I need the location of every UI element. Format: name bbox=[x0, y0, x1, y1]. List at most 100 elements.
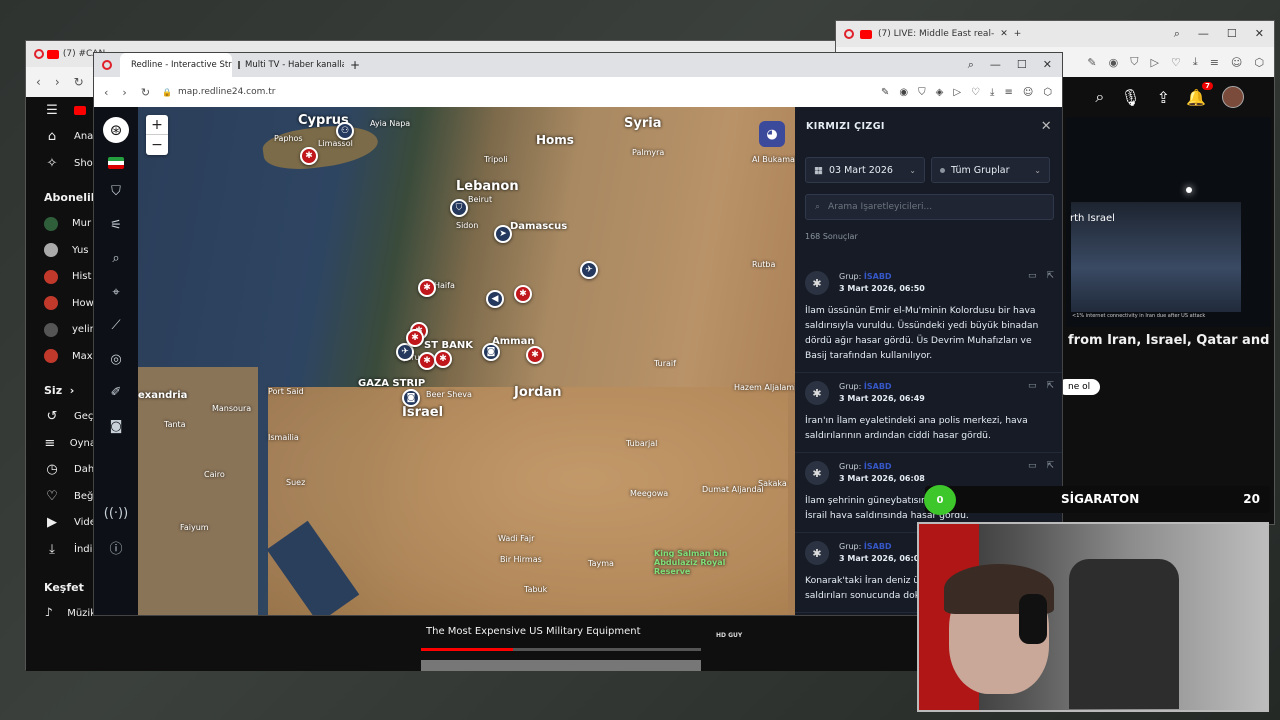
heart-icon[interactable]: ♡ bbox=[971, 87, 980, 98]
live-video-title[interactable]: from Iran, Israel, Qatar and bbox=[1068, 333, 1273, 348]
strike-marker[interactable]: ✱ bbox=[514, 285, 532, 303]
target-icon[interactable]: ◎ bbox=[94, 343, 138, 377]
lock-icon[interactable]: 🔒 bbox=[162, 88, 172, 97]
zoom-in-button[interactable]: + bbox=[146, 115, 168, 135]
close-icon[interactable]: ✕ bbox=[1041, 119, 1052, 134]
new-tab-icon[interactable]: + bbox=[1014, 29, 1022, 39]
forward-icon[interactable]: › bbox=[122, 86, 126, 99]
yt-nav-home[interactable]: ⌂ Ana bbox=[26, 124, 96, 151]
broadcast-icon[interactable]: ((·)) bbox=[94, 497, 138, 531]
back-icon[interactable]: ‹ bbox=[36, 75, 41, 89]
opera-icon[interactable] bbox=[102, 60, 112, 70]
live-tab-title[interactable]: (7) LIVE: Middle East real- bbox=[878, 29, 994, 39]
minimize-icon[interactable]: — bbox=[990, 58, 1001, 72]
hamburger-icon[interactable]: ☰ bbox=[44, 103, 60, 118]
opera-icon[interactable] bbox=[844, 29, 854, 39]
profile-icon[interactable]: ☺ bbox=[1231, 56, 1242, 69]
close-icon[interactable]: ✕ bbox=[1255, 27, 1264, 41]
menu-icon[interactable]: ≡ bbox=[1004, 87, 1012, 98]
yt-you-item[interactable]: ⤓ İndi bbox=[26, 536, 96, 563]
search-icon[interactable]: ⌕ bbox=[1095, 87, 1104, 107]
heart-icon[interactable]: ♡ bbox=[1171, 56, 1181, 69]
subscribe-button[interactable]: ne ol bbox=[1058, 379, 1101, 395]
extension-icon[interactable]: ⬡ bbox=[1043, 87, 1052, 98]
strike-marker[interactable]: ✱ bbox=[406, 329, 424, 347]
camera-icon[interactable]: ◉ bbox=[1109, 56, 1119, 69]
play-icon[interactable]: ▷ bbox=[953, 87, 961, 98]
yt-sub-item[interactable]: Max bbox=[26, 343, 96, 370]
ruler-icon[interactable]: ⟋ bbox=[94, 309, 138, 343]
yt-sub-item[interactable]: Yus bbox=[26, 237, 96, 264]
mic-icon[interactable]: 🎙 bbox=[1120, 88, 1140, 107]
people-marker[interactable]: ⚇ bbox=[336, 122, 354, 140]
shield-icon[interactable]: ⛉ bbox=[918, 87, 926, 98]
camera-icon[interactable]: ◉ bbox=[899, 87, 908, 98]
location-pin-icon[interactable]: ⌖ bbox=[94, 276, 138, 310]
menu-icon[interactable]: ≡ bbox=[1210, 56, 1219, 69]
shield-marker[interactable]: ⛉ bbox=[450, 199, 468, 217]
yt-next-thumbnail[interactable] bbox=[421, 660, 701, 671]
search-icon[interactable]: ⌕ bbox=[1174, 27, 1180, 41]
date-select[interactable]: ▦ 03 Mart 2026 ⌄ bbox=[805, 157, 925, 183]
camera-marker[interactable]: ◙ bbox=[402, 389, 420, 407]
zoom-out-button[interactable]: − bbox=[146, 135, 168, 155]
yt-video-title[interactable]: The Most Expensive US Military Equipment bbox=[426, 626, 641, 637]
megaphone-marker[interactable]: ◀ bbox=[486, 290, 504, 308]
close-icon[interactable]: ✕ bbox=[1000, 29, 1008, 39]
video-icon[interactable]: ▭ bbox=[1028, 461, 1037, 471]
strike-marker[interactable]: ✱ bbox=[434, 350, 452, 368]
strike-marker[interactable]: ✱ bbox=[418, 279, 436, 297]
maximize-icon[interactable]: ☐ bbox=[1017, 58, 1027, 72]
external-link-icon[interactable]: ⇱ bbox=[1046, 461, 1054, 471]
yt-you-item[interactable]: ♡ Beğ bbox=[26, 483, 96, 510]
download-icon[interactable]: ⤓ bbox=[990, 87, 994, 98]
marker-search-input[interactable] bbox=[828, 202, 1029, 212]
profile-icon[interactable]: ☺ bbox=[1023, 87, 1033, 98]
live-video-player[interactable]: rth Israel <1% internet connectivity in … bbox=[1066, 117, 1271, 327]
yt-sub-item[interactable]: yelin bbox=[26, 317, 96, 344]
shield-icon[interactable]: ⛉ bbox=[1130, 55, 1138, 69]
maximize-icon[interactable]: ☐ bbox=[1227, 27, 1237, 41]
vpn-icon[interactable]: ◈ bbox=[936, 87, 944, 98]
event-item[interactable]: ✱ Grup: İSABD 3 Mart 2026, 06:50 ▭ ⇱ İla… bbox=[795, 263, 1062, 373]
camera-icon[interactable]: ◙ bbox=[94, 410, 138, 444]
yt-sub-item[interactable]: Hist bbox=[26, 264, 96, 291]
notifications-icon[interactable]: 🔔 7 bbox=[1186, 81, 1213, 107]
external-link-icon[interactable]: ⇱ bbox=[1046, 271, 1054, 281]
discord-icon[interactable]: ◕ bbox=[759, 121, 785, 147]
yt-you-item[interactable]: ▶ Vide bbox=[26, 510, 96, 537]
forward-icon[interactable]: › bbox=[55, 75, 60, 89]
youtube-logo-icon[interactable] bbox=[74, 105, 86, 115]
camera-marker[interactable]: ◙ bbox=[482, 343, 500, 361]
shield-icon[interactable]: ⛉ bbox=[94, 175, 138, 209]
reload-icon[interactable]: ↻ bbox=[141, 86, 150, 99]
external-link-icon[interactable]: ⇱ bbox=[1046, 381, 1054, 391]
yt-sub-item[interactable]: How bbox=[26, 290, 96, 317]
info-icon[interactable]: ⓘ bbox=[94, 531, 138, 565]
url-field[interactable]: map.redline24.com.tr bbox=[178, 87, 275, 97]
yt-subs-header[interactable]: Abonelikle bbox=[26, 185, 109, 211]
yt-you-item[interactable]: ↺ Geç bbox=[26, 404, 96, 431]
opera-icon[interactable] bbox=[34, 49, 44, 59]
group-select[interactable]: Tüm Gruplar ⌄ bbox=[931, 157, 1050, 183]
back-icon[interactable]: ‹ bbox=[104, 86, 108, 99]
minimize-icon[interactable]: — bbox=[1198, 27, 1209, 41]
tab-redline[interactable]: Redline - Interactive Strat bbox=[120, 53, 232, 77]
yt-progress-bar[interactable] bbox=[421, 648, 701, 651]
strike-marker[interactable]: ✱ bbox=[300, 147, 318, 165]
strike-marker[interactable]: ✱ bbox=[526, 346, 544, 364]
tab-multi-tv[interactable]: Multi TV - Haber kanalları bbox=[232, 53, 344, 77]
yt-sub-item[interactable]: Mur bbox=[26, 211, 96, 238]
extension-icon[interactable]: ⬡ bbox=[1254, 56, 1264, 69]
search-icon[interactable]: ⌕ bbox=[94, 242, 138, 276]
yt-nav-shorts[interactable]: ✧ Sho bbox=[26, 150, 96, 177]
iran-flag-icon[interactable] bbox=[108, 157, 124, 169]
draw-icon[interactable]: ✐ bbox=[94, 376, 138, 410]
event-item[interactable]: ✱ Grup: İSABD 3 Mart 2026, 06:49 ▭ ⇱ İra… bbox=[795, 373, 1062, 453]
search-icon[interactable]: ⌕ bbox=[968, 58, 974, 72]
missile-marker[interactable]: ➤ bbox=[494, 225, 512, 243]
video-icon[interactable]: ▭ bbox=[1028, 271, 1037, 281]
sliders-icon[interactable]: ⚟ bbox=[94, 209, 138, 243]
yt-you-header[interactable]: Siz › bbox=[26, 378, 96, 404]
reload-icon[interactable]: ↻ bbox=[74, 75, 84, 89]
